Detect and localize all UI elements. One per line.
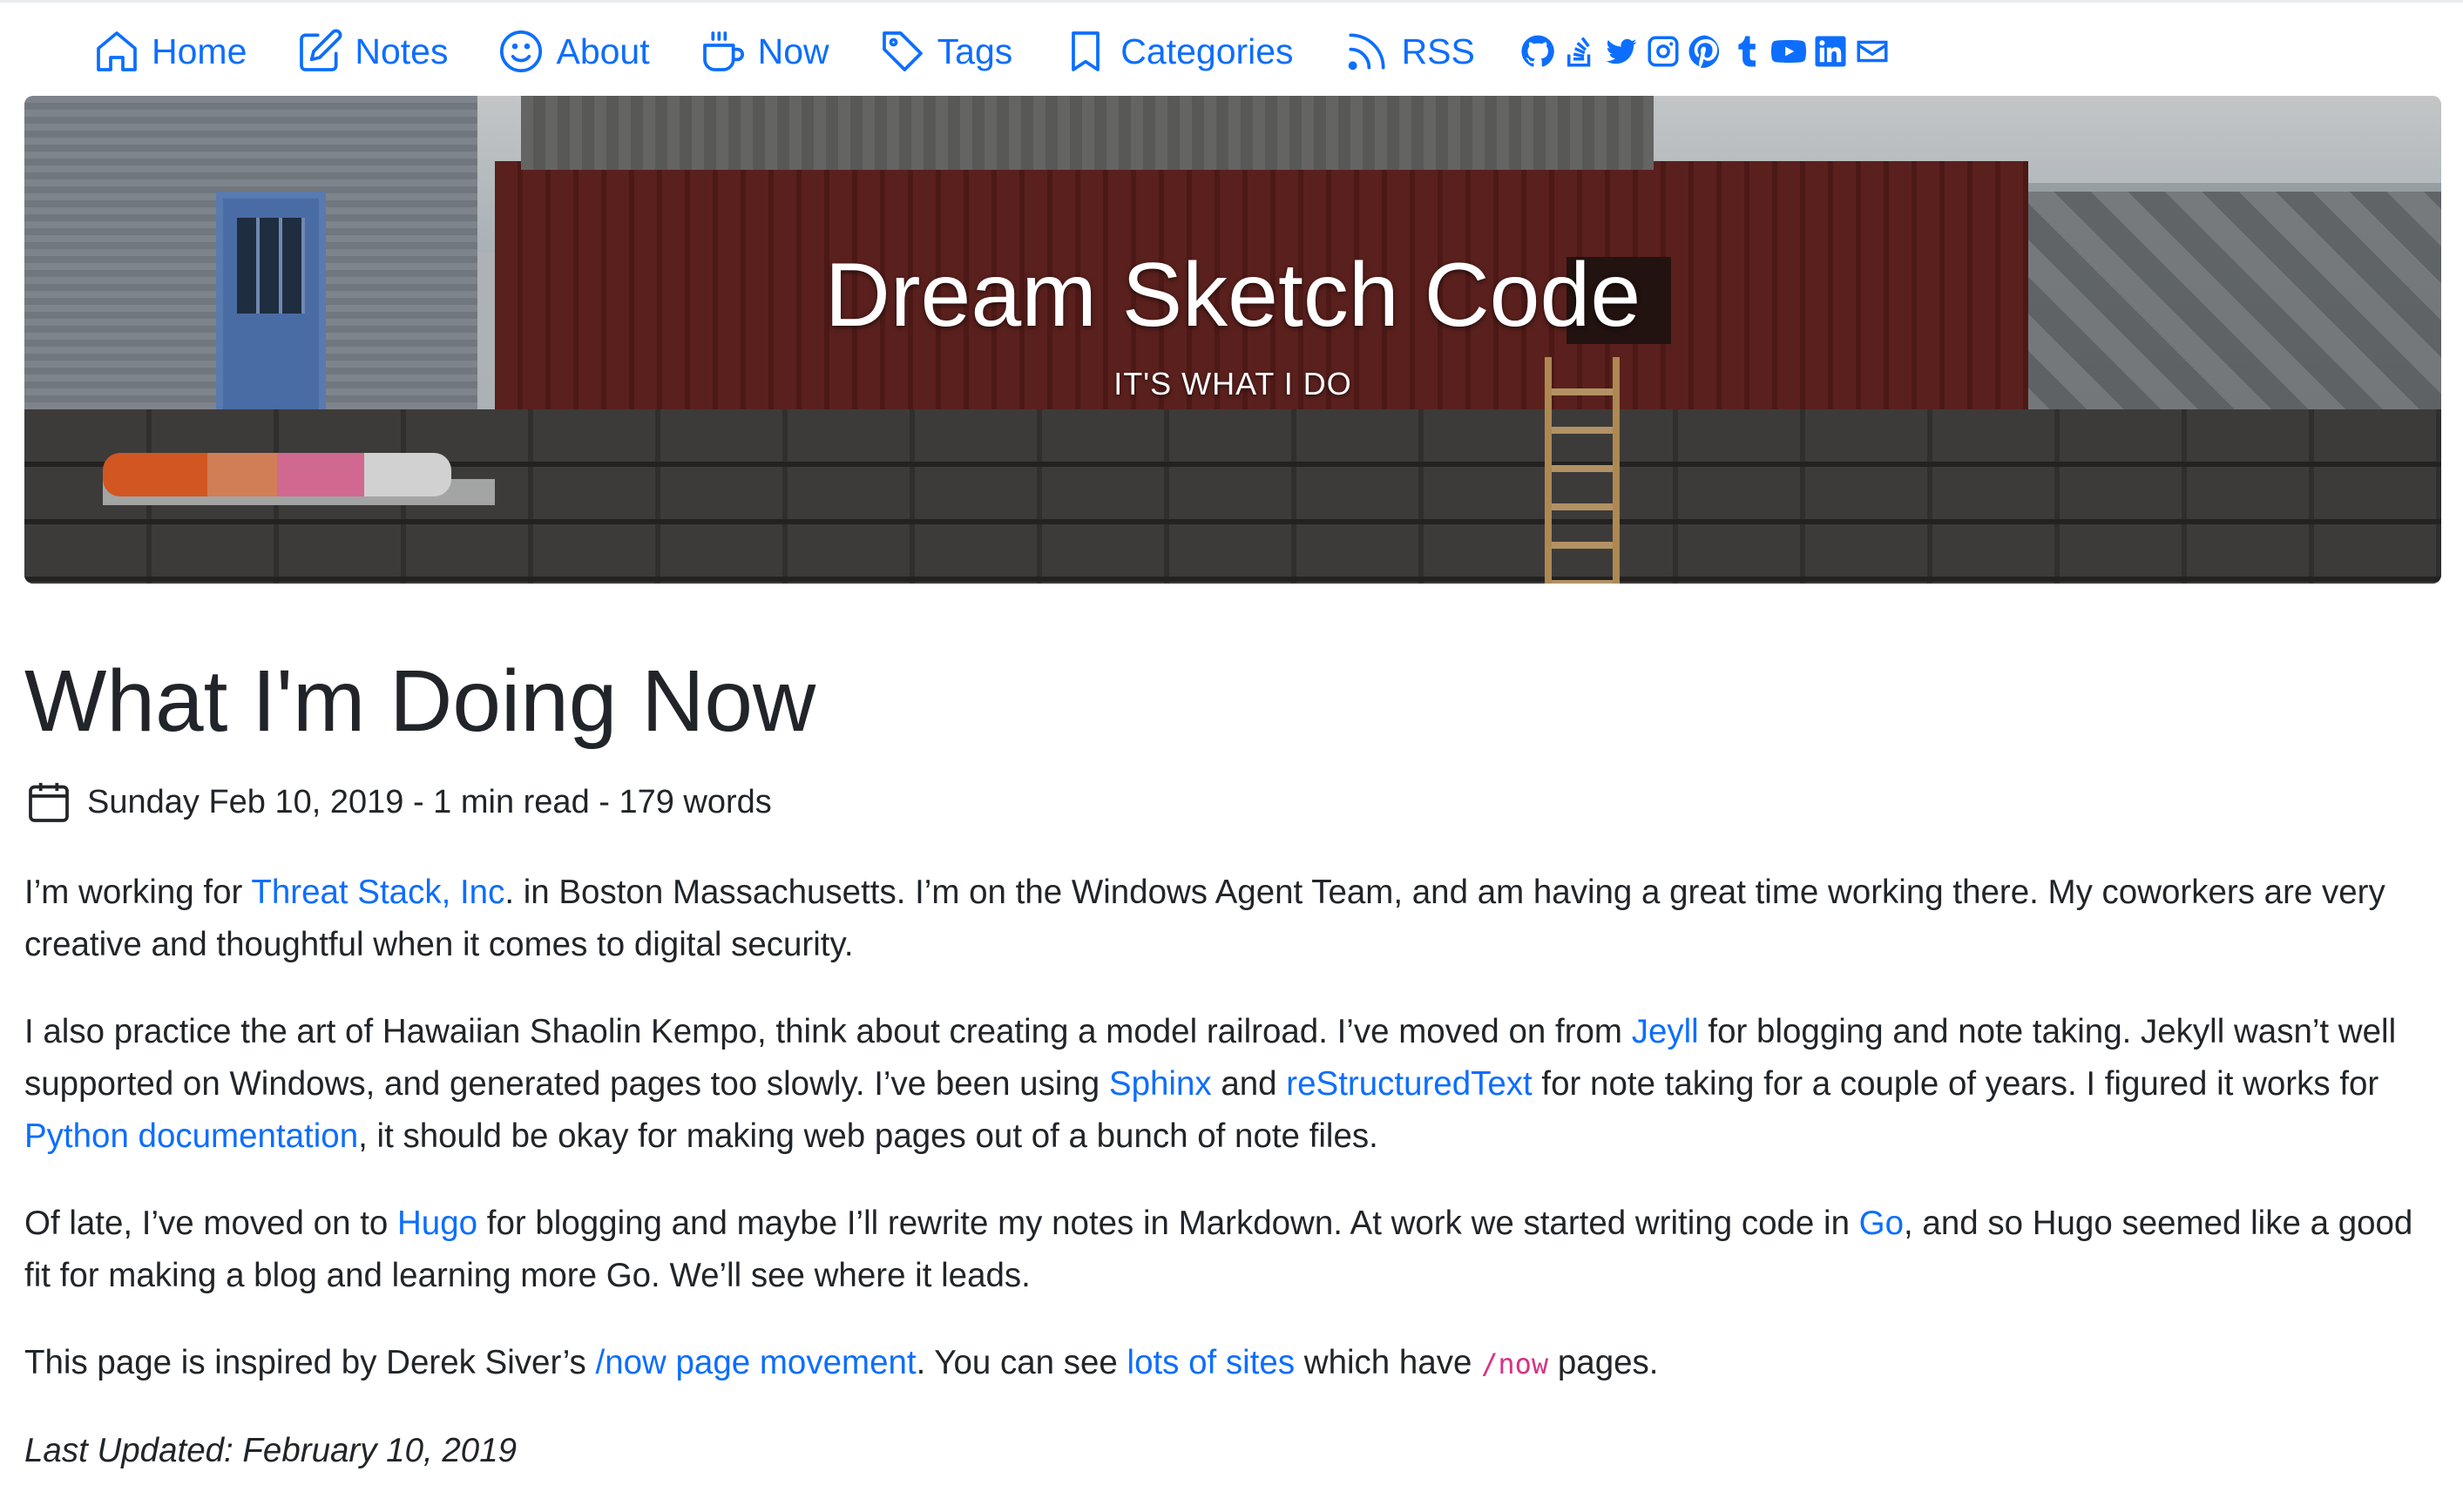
text: pages. (1548, 1344, 1659, 1381)
home-icon (97, 31, 137, 71)
smile-icon (500, 30, 543, 73)
linkedin-icon[interactable] (1811, 32, 1850, 71)
nav-rss[interactable]: RSS (1343, 27, 1475, 76)
twitter-icon[interactable] (1602, 32, 1641, 71)
link-restructuredtext[interactable]: reStructuredText (1286, 1065, 1532, 1103)
youtube-icon[interactable] (1769, 32, 1808, 71)
header-banner: Dream Sketch Code IT'S WHAT I DO (24, 96, 2441, 584)
paragraph-2: I also practice the art of Hawaiian Shao… (24, 1006, 2438, 1163)
article-body: I’m working for Threat Stack, Inc. in Bo… (24, 867, 2438, 1512)
link-sphinx[interactable]: Sphinx (1109, 1065, 1212, 1103)
nav-home[interactable]: Home (92, 27, 247, 76)
nav-home-label: Home (152, 30, 247, 71)
nav-categories[interactable]: Categories (1061, 27, 1294, 76)
nav-about-label: About (556, 30, 650, 71)
text: Of late, I’ve moved on to (24, 1205, 397, 1242)
post-meta: Sunday Feb 10, 2019 - 1 min read - 179 w… (24, 778, 772, 827)
envelope-icon[interactable] (1853, 32, 1891, 71)
paragraph-4: This page is inspired by Derek Siver’s /… (24, 1337, 2438, 1390)
last-updated: Last Updated: February 10, 2019 (24, 1432, 518, 1469)
post-meta-text: Sunday Feb 10, 2019 - 1 min read - 179 w… (87, 783, 772, 820)
text: This page is inspired by Derek Siver’s (24, 1344, 596, 1381)
paragraph-1: I’m working for Threat Stack, Inc. in Bo… (24, 867, 2438, 971)
calendar-icon (29, 782, 69, 822)
tag-icon (882, 31, 923, 71)
link-python-documentation[interactable]: Python documentation (24, 1117, 358, 1155)
link-go[interactable]: Go (1859, 1205, 1904, 1242)
paragraph-3: Of late, I’ve moved on to Hugo for blogg… (24, 1198, 2438, 1302)
text: . You can see (916, 1344, 1127, 1381)
link-hugo[interactable]: Hugo (397, 1205, 477, 1242)
nav-tags[interactable]: Tags (878, 27, 1013, 76)
link-lots-of-sites[interactable]: lots of sites (1127, 1344, 1296, 1381)
tumblr-icon[interactable] (1728, 32, 1766, 71)
nav-tags-label: Tags (937, 30, 1013, 71)
github-icon[interactable] (1519, 32, 1557, 71)
top-border (0, 0, 2463, 3)
nav-notes-label: Notes (355, 30, 449, 71)
social-links (1519, 32, 1895, 71)
text: for note taking for a couple of years. I… (1532, 1065, 2379, 1103)
site-subtitle: IT'S WHAT I DO (1113, 366, 1352, 402)
text: I also practice the art of Hawaiian Shao… (24, 1013, 1632, 1050)
rss-icon (1348, 33, 1385, 71)
nav-now-label: Now (757, 30, 829, 71)
cup-icon (702, 31, 744, 71)
text: and (1211, 1065, 1287, 1103)
page-title: What I'm Doing Now (24, 652, 816, 750)
text: , it should be okay for making web pages… (358, 1117, 1378, 1155)
link-threat-stack[interactable]: Threat Stack, Inc (251, 874, 504, 911)
text: for blogging and maybe I’ll rewrite my n… (477, 1205, 1859, 1242)
text: which have (1295, 1344, 1482, 1381)
nav-about[interactable]: About (497, 27, 650, 76)
nav-rss-label: RSS (1401, 30, 1475, 71)
inline-code: /now (1481, 1347, 1549, 1380)
bookmark-icon (1072, 31, 1100, 71)
link-jeyll[interactable]: Jeyll (1632, 1013, 1699, 1050)
site-title: Dream Sketch Code (824, 245, 1641, 346)
stackoverflow-icon[interactable] (1560, 32, 1599, 71)
nav-notes[interactable]: Notes (295, 27, 448, 76)
pencil-square-icon (300, 29, 342, 71)
nav-categories-label: Categories (1120, 30, 1294, 71)
pinterest-icon[interactable] (1686, 32, 1724, 71)
link-now-page-movement[interactable]: /now page movement (596, 1344, 917, 1381)
main-nav: Home Notes About Now Tags Categories RSS (92, 21, 1895, 82)
text: I’m working for (24, 874, 252, 911)
nav-now[interactable]: Now (699, 27, 829, 76)
instagram-icon[interactable] (1644, 32, 1682, 71)
